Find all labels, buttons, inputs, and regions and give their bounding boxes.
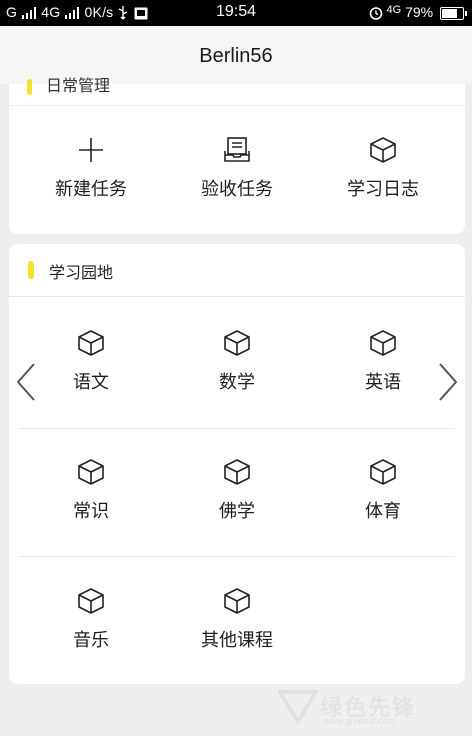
course-music[interactable]: 音乐	[16, 586, 166, 652]
cube-icon	[370, 330, 396, 356]
section-title: 学习园地	[49, 263, 114, 282]
watermark-logo-icon	[278, 690, 318, 724]
cube-icon	[78, 588, 104, 614]
status-bar: G 4G 0K/s 19:54 4G 79%	[0, 0, 472, 26]
new-task-button[interactable]: 新建任务	[16, 135, 166, 201]
course-other[interactable]: 其他课程	[162, 586, 312, 652]
course-label: 音乐	[73, 630, 109, 651]
chevron-right-icon[interactable]	[432, 360, 462, 404]
cube-icon	[370, 459, 396, 485]
course-label: 体育	[365, 501, 401, 522]
study-garden-card: 学习园地 语文 数学 英语 常识 佛学 体育 音乐 其他课程	[9, 244, 465, 684]
section-header-cut: 日常管理	[9, 72, 465, 96]
network-label: 4G	[386, 4, 402, 16]
cube-icon	[224, 588, 250, 614]
cube-icon	[78, 459, 104, 485]
section-title: 日常管理	[46, 76, 111, 95]
item-label: 验收任务	[201, 179, 273, 200]
watermark-url: www.greenxf.com	[324, 716, 396, 726]
course-label: 常识	[73, 501, 109, 522]
course-math[interactable]: 数学	[162, 328, 312, 394]
watermark: 绿色先锋 www.greenxf.com	[264, 688, 464, 728]
accept-task-button[interactable]: 验收任务	[162, 135, 312, 201]
battery-percent: 79%	[405, 4, 434, 20]
management-card: 日常管理 新建任务 验收任务 学习日志	[9, 76, 465, 234]
chevron-left-icon[interactable]	[12, 360, 42, 404]
course-label: 佛学	[219, 501, 255, 522]
battery-icon	[440, 6, 467, 20]
plus-icon	[79, 138, 103, 162]
row-divider	[19, 556, 455, 557]
study-log-button[interactable]: 学习日志	[308, 135, 458, 201]
section-accent-bar	[27, 78, 32, 95]
inbox-icon	[224, 137, 250, 162]
status-right: 4G 79%	[369, 4, 467, 21]
item-label: 新建任务	[55, 179, 127, 200]
item-label: 学习日志	[347, 179, 419, 200]
section-header: 学习园地	[9, 244, 465, 297]
divider	[9, 105, 465, 106]
cube-icon	[370, 137, 396, 163]
course-buddhism[interactable]: 佛学	[162, 457, 312, 523]
row-divider	[19, 428, 455, 429]
page-title: Berlin56	[199, 45, 273, 67]
course-label: 其他课程	[201, 630, 273, 651]
alarm-icon	[369, 7, 382, 21]
section-accent-bar	[28, 261, 34, 279]
course-general-knowledge[interactable]: 常识	[16, 457, 166, 523]
course-label: 数学	[219, 372, 255, 393]
cube-icon	[224, 330, 250, 356]
cube-icon	[78, 330, 104, 356]
course-pe[interactable]: 体育	[308, 457, 458, 523]
cube-icon	[224, 459, 250, 485]
